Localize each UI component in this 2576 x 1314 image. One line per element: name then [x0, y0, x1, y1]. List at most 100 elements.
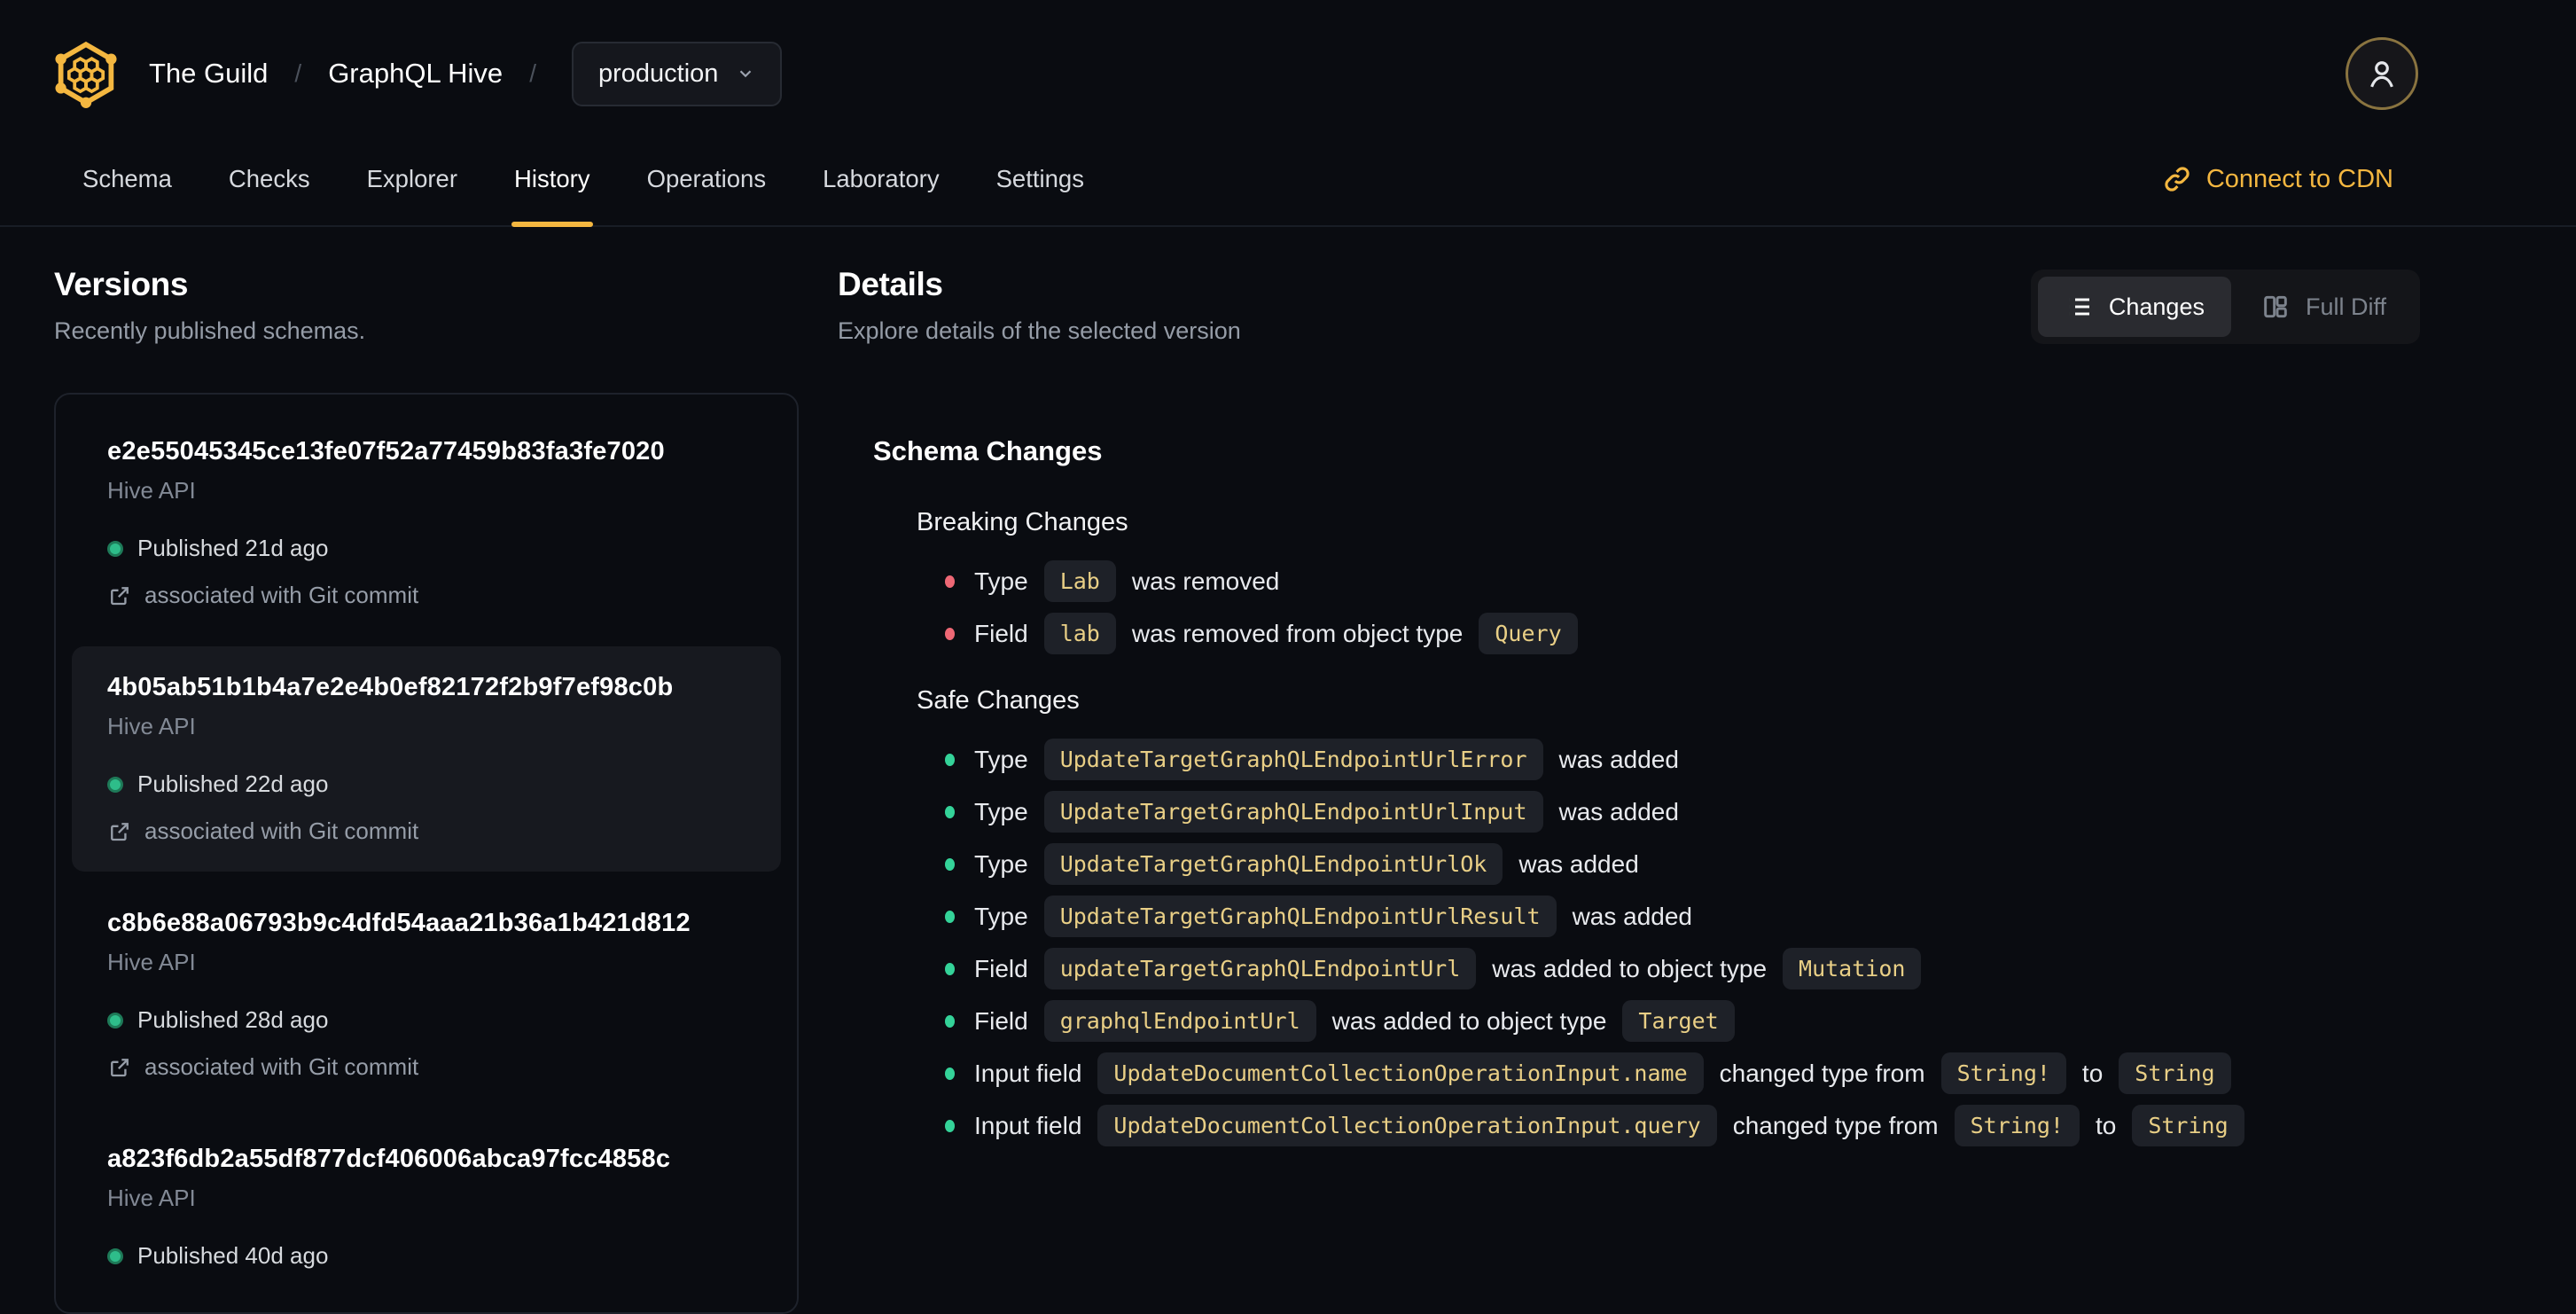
tab-label: Explorer	[366, 165, 457, 192]
git-commit-link[interactable]: associated with Git commit	[107, 1053, 745, 1081]
code-badge: String	[2132, 1105, 2244, 1146]
change-item-body: Type UpdateTargetGraphQLEndpointUrlResult…	[974, 896, 1692, 937]
version-list: e2e55045345ce13fe07f52a77459b83fa3fe7020…	[54, 393, 799, 1314]
version-service-name: Hive API	[107, 477, 196, 504]
version-card[interactable]: a823f6db2a55df877dcf406006abca97fcc4858c…	[72, 1118, 781, 1296]
version-service-name: Hive API	[107, 1185, 196, 1211]
header-breadcrumb-row: The Guild / GraphQL Hive / production	[0, 0, 2576, 133]
version-card[interactable]: c8b6e88a06793b9c4dfd54aaa21b36a1b421d812…	[72, 882, 781, 1107]
code-badge: String	[2119, 1052, 2231, 1094]
change-text: was removed	[1131, 567, 1280, 595]
bullet-dot	[945, 1014, 955, 1028]
change-text: was added to object type	[1331, 1006, 1607, 1035]
connect-to-cdn-link[interactable]: Connect to CDN	[2162, 164, 2393, 194]
breadcrumb-separator: /	[294, 59, 302, 87]
change-text: was removed from object type	[1131, 619, 1464, 647]
code-badge: UpdateDocumentCollectionOperationInput.q…	[1097, 1105, 1717, 1146]
details-title: Details	[838, 266, 943, 302]
change-item-body: Type Lab was removed	[974, 560, 1279, 602]
change-text: was added to object type	[1492, 954, 1768, 982]
bullet-dot	[945, 753, 955, 766]
versions-title: Versions	[54, 266, 189, 302]
change-group-title: Safe Changes	[917, 686, 1080, 715]
schema-changes-title: Schema Changes	[873, 435, 1103, 466]
version-status: Published 40d ago	[107, 1242, 745, 1270]
tab-label: Operations	[646, 165, 767, 192]
change-item-body: Input field UpdateDocumentCollectionOpera…	[974, 1052, 2231, 1094]
code-badge: Target	[1622, 1000, 1735, 1042]
tab-operations[interactable]: Operations	[644, 133, 769, 225]
change-text: was added	[1518, 849, 1639, 878]
git-commit-link[interactable]: associated with Git commit	[107, 582, 745, 609]
full-diff-view-button[interactable]: Full Diff	[2235, 277, 2413, 337]
code-badge: UpdateTargetGraphQLEndpointUrlOk	[1043, 843, 1503, 885]
user-avatar[interactable]	[2346, 37, 2418, 110]
change-text: Field	[974, 619, 1028, 647]
breadcrumb-org[interactable]: The Guild	[149, 58, 268, 90]
git-commit-link[interactable]: associated with Git commit	[107, 817, 745, 845]
target-selector-dropdown[interactable]: production	[571, 41, 783, 106]
tab-label: Settings	[995, 165, 1084, 192]
bullet-dot	[945, 575, 955, 588]
change-text: was added	[1572, 902, 1692, 930]
tab-explorer[interactable]: Explorer	[364, 133, 460, 225]
version-service-name: Hive API	[107, 713, 196, 739]
published-label: Published 40d ago	[137, 1242, 329, 1269]
tab-label: Laboratory	[823, 165, 940, 192]
version-card[interactable]: 4b05ab51b1b4a7e2e4b0ef82172f2b9f7ef98c0b…	[72, 646, 781, 872]
code-badge: Lab	[1043, 560, 1116, 602]
change-item-body: Field updateTargetGraphQLEndpointUrl was a…	[974, 948, 1922, 989]
change-text: was added	[1558, 797, 1679, 825]
tab-label: Schema	[82, 165, 172, 192]
change-item-body: Type UpdateTargetGraphQLEndpointUrlOk was …	[974, 843, 1639, 885]
change-text: Type	[974, 745, 1028, 773]
change-item: Input field UpdateDocumentCollectionOpera…	[945, 1052, 2420, 1094]
versions-subtitle: Recently published schemas.	[54, 317, 366, 344]
change-text: Field	[974, 1006, 1028, 1035]
version-status: Published 22d ago	[107, 770, 745, 798]
change-item: Type UpdateTargetGraphQLEndpointUrlInput w…	[945, 791, 2420, 833]
view-toggle-label: Changes	[2108, 293, 2205, 320]
change-item: Type UpdateTargetGraphQLEndpointUrlError w…	[945, 739, 2420, 780]
version-status: Published 28d ago	[107, 1006, 745, 1034]
version-card[interactable]: e2e55045345ce13fe07f52a77459b83fa3fe7020…	[72, 411, 781, 636]
version-hash: 4b05ab51b1b4a7e2e4b0ef82172f2b9f7ef98c0b	[107, 673, 674, 701]
hive-logo-icon[interactable]	[50, 37, 122, 110]
change-item-body: Input field UpdateDocumentCollectionOpera…	[974, 1105, 2244, 1146]
published-label: Published 28d ago	[137, 1006, 329, 1033]
tab-checks[interactable]: Checks	[226, 133, 313, 225]
code-badge: UpdateTargetGraphQLEndpointUrlInput	[1043, 791, 1543, 833]
change-text: Type	[974, 797, 1028, 825]
change-item: Type UpdateTargetGraphQLEndpointUrlOk was …	[945, 843, 2420, 885]
change-item-body: Type UpdateTargetGraphQLEndpointUrlError w…	[974, 739, 1679, 780]
bullet-dot	[945, 857, 955, 871]
bullet-dot	[945, 910, 955, 923]
change-item: Type UpdateTargetGraphQLEndpointUrlResult…	[945, 896, 2420, 937]
tab-settings[interactable]: Settings	[994, 133, 1087, 225]
details-header: Details Explore details of the selected …	[838, 266, 2420, 345]
breadcrumb-project[interactable]: GraphQL Hive	[328, 58, 503, 90]
changes-view-button[interactable]: Changes	[2037, 277, 2231, 337]
change-text: to	[2081, 1059, 2104, 1087]
main-content: Versions Recently published schemas. e2e…	[0, 227, 2576, 1314]
change-text: changed type from	[1719, 1059, 1925, 1087]
published-dot	[107, 776, 123, 793]
published-dot	[107, 540, 123, 557]
target-selector-value: production	[597, 59, 719, 88]
change-item: Field lab was removed from object type Quer…	[945, 613, 2420, 654]
tab-label: History	[514, 165, 590, 192]
tab-schema[interactable]: Schema	[80, 133, 175, 225]
change-item-body: Field lab was removed from object type Quer…	[974, 613, 1578, 654]
change-text: Input field	[974, 1111, 1082, 1139]
git-commit-label: associated with Git commit	[144, 582, 419, 608]
bullet-dot	[945, 962, 955, 975]
change-group: Safe Changes Type UpdateTargetGraphQLEndp…	[873, 686, 2420, 1146]
tab-history[interactable]: History	[511, 133, 593, 227]
tab-label: Checks	[228, 165, 310, 192]
tab-laboratory[interactable]: Laboratory	[820, 133, 941, 225]
code-badge: String!	[1940, 1052, 2066, 1094]
chevron-down-icon	[740, 70, 752, 78]
change-text: Type	[974, 902, 1028, 930]
version-hash: a823f6db2a55df877dcf406006abca97fcc4858c	[107, 1145, 671, 1173]
header-nav-row: Schema Checks Explorer History Operation…	[0, 133, 2576, 227]
